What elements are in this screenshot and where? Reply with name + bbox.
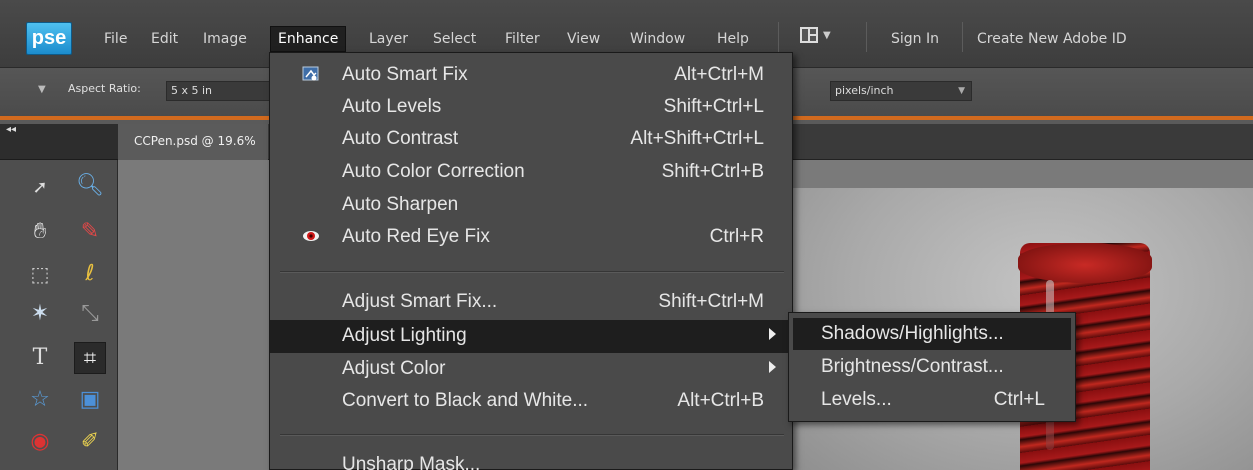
- menu-item-auto-smart-fix[interactable]: Auto Smart Fix Alt+Ctrl+M: [270, 59, 792, 92]
- menu-item-auto-color-correction[interactable]: Auto Color Correction Shift+Ctrl+B: [270, 156, 792, 189]
- tool-preset-chevron-icon[interactable]: ▼: [38, 84, 46, 95]
- submenu-arrow-icon: [769, 361, 776, 373]
- menu-window[interactable]: Window: [623, 28, 692, 50]
- red-eye-tool-icon[interactable]: ◉: [24, 426, 56, 458]
- app-logo: pse: [26, 22, 72, 55]
- menu-item-auto-contrast[interactable]: Auto Contrast Alt+Shift+Ctrl+L: [270, 123, 792, 156]
- collapse-panel-icon[interactable]: ◂◂: [6, 124, 16, 135]
- menu-item-unsharp-mask[interactable]: Unsharp Mask...: [270, 449, 792, 470]
- menu-item-adjust-color[interactable]: Adjust Color: [270, 353, 792, 386]
- menu-select[interactable]: Select: [426, 28, 483, 50]
- menu-file[interactable]: File: [97, 28, 134, 50]
- eyedropper-tool-icon[interactable]: ✎: [74, 216, 106, 248]
- menu-image[interactable]: Image: [196, 28, 254, 50]
- submenu-item-levels[interactable]: Levels... Ctrl+L: [793, 384, 1071, 416]
- submenu-item-shadows-highlights[interactable]: Shadows/Highlights...: [793, 318, 1071, 350]
- menubar-divider: [778, 22, 779, 52]
- document-tab[interactable]: CCPen.psd @ 19.6%: [118, 124, 268, 160]
- sign-in-link[interactable]: Sign In: [884, 28, 946, 50]
- menu-item-adjust-lighting[interactable]: Adjust Lighting: [270, 320, 792, 353]
- menubar-divider: [962, 22, 963, 52]
- aspect-ratio-select[interactable]: 5 x 5 in: [166, 81, 270, 101]
- enhance-menu-dropdown: Auto Smart Fix Alt+Ctrl+M Auto Levels Sh…: [269, 52, 793, 470]
- pen-cap-image: [1018, 243, 1152, 283]
- move-tool-icon[interactable]: ➚: [24, 172, 56, 204]
- tools-panel-header: [0, 124, 118, 160]
- menu-enhance[interactable]: Enhance: [270, 26, 347, 52]
- menu-view[interactable]: View: [560, 28, 607, 50]
- type-tool-icon[interactable]: T: [24, 342, 56, 374]
- submenu-item-brightness-contrast[interactable]: Brightness/Contrast...: [793, 351, 1071, 383]
- menu-filter[interactable]: Filter: [498, 28, 547, 50]
- menu-item-auto-red-eye-fix[interactable]: Auto Red Eye Fix Ctrl+R: [270, 221, 792, 254]
- submenu-arrow-icon: [769, 328, 776, 340]
- menu-item-adjust-smart-fix[interactable]: Adjust Smart Fix... Shift+Ctrl+M: [270, 286, 792, 319]
- crop-tool-icon[interactable]: ⌗: [74, 342, 106, 374]
- spot-healing-tool-icon[interactable]: ✐: [74, 426, 106, 458]
- hand-tool-icon[interactable]: ✋︎: [24, 216, 56, 248]
- menu-help[interactable]: Help: [710, 28, 756, 50]
- zoom-tool-icon[interactable]: 🔍︎: [74, 170, 106, 202]
- marquee-tool-icon[interactable]: ⬚: [24, 258, 56, 290]
- adjust-lighting-submenu: Shadows/Highlights... Brightness/Contras…: [788, 312, 1076, 422]
- recompose-tool-icon[interactable]: ▣: [74, 384, 106, 416]
- aspect-ratio-value: 5 x 5 in: [171, 84, 213, 97]
- lasso-tool-icon[interactable]: ℓ: [74, 258, 106, 290]
- red-eye-icon: [303, 231, 319, 241]
- chevron-down-icon: ▼: [958, 86, 965, 96]
- menu-item-auto-sharpen[interactable]: Auto Sharpen: [270, 189, 792, 222]
- menu-separator: [280, 434, 784, 436]
- workspace-layout-icon[interactable]: [800, 27, 818, 43]
- resolution-units-value: pixels/inch: [835, 84, 894, 97]
- chevron-down-icon[interactable]: ▼: [823, 30, 831, 41]
- custom-shape-tool-icon[interactable]: ☆: [24, 384, 56, 416]
- menubar-divider: [866, 22, 867, 52]
- smart-fix-icon: [302, 66, 319, 81]
- resolution-units-select[interactable]: pixels/inch ▼: [830, 81, 972, 101]
- menu-edit[interactable]: Edit: [144, 28, 185, 50]
- menu-separator: [280, 271, 784, 273]
- aspect-ratio-label: Aspect Ratio:: [68, 82, 141, 95]
- menu-item-convert-black-white[interactable]: Convert to Black and White... Alt+Ctrl+B: [270, 385, 792, 418]
- menu-item-auto-levels[interactable]: Auto Levels Shift+Ctrl+L: [270, 91, 792, 124]
- create-adobe-id-link[interactable]: Create New Adobe ID: [970, 28, 1134, 50]
- tools-panel: ➚ 🔍︎ ✋︎ ✎ ⬚ ℓ ✶ ⤡ T ⌗ ☆ ▣ ◉ ✐: [0, 160, 118, 470]
- magic-wand-tool-icon[interactable]: ✶: [24, 298, 56, 330]
- menu-layer[interactable]: Layer: [362, 28, 415, 50]
- quick-selection-tool-icon[interactable]: ⤡: [74, 298, 106, 330]
